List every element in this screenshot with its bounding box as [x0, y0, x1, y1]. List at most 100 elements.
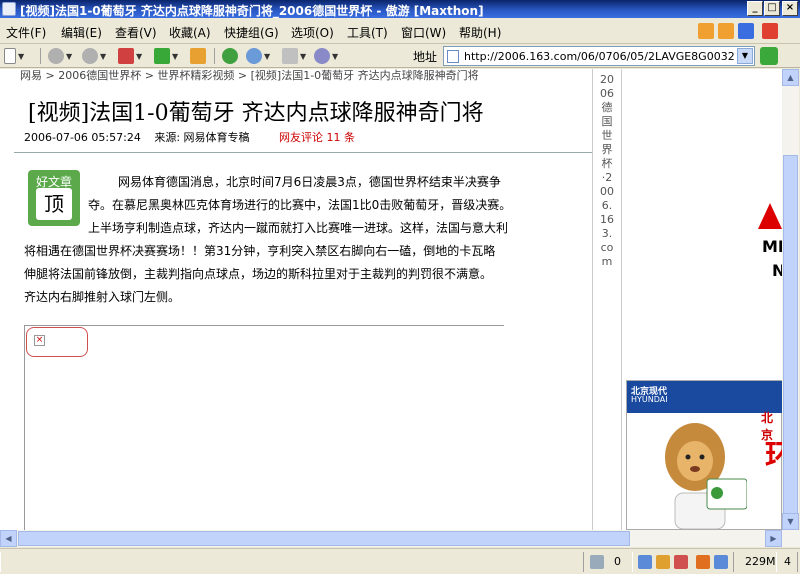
address-url[interactable]: http://2006.163.com/06/0706/05/2LAVGE8G0… [464, 50, 736, 63]
ad-brand-text: HYUNDAI [631, 395, 668, 404]
back-arrow-icon [48, 48, 64, 64]
article-date: 2006-07-06 05:57:24 [24, 131, 141, 144]
new-page-button[interactable]: ▼ [4, 47, 24, 65]
comments-count[interactable]: 11 [327, 131, 341, 144]
paragraph-line: 伸腿将法国前锋放倒，主裁判指向点球点，场边的斯科拉里对于主裁判的判罚很不满意。 [24, 267, 493, 281]
menu-options[interactable]: 选项(O) [291, 24, 334, 41]
vertical-scrollbar[interactable]: ▲ ▼ [782, 69, 799, 547]
next-tab-icon[interactable] [718, 23, 734, 39]
maxthon-app-icon [2, 2, 16, 16]
options-button[interactable]: ▼ [314, 47, 338, 65]
minimize-button[interactable]: _ [747, 1, 763, 16]
scroll-left-button[interactable]: ◀ [0, 530, 17, 547]
download-icon[interactable] [714, 555, 728, 569]
chevron-down-icon: ▼ [332, 51, 339, 61]
upvote-badge[interactable]: 好文章 顶 [28, 170, 80, 226]
stop-button[interactable]: ▼ [118, 47, 142, 65]
favorites-button[interactable] [222, 47, 238, 65]
paragraph-line: 将相遇在德国世界杯决赛赛场！！第31分钟，亨利突入禁区右脚向右一磕，倒地的卡瓦略 [24, 244, 496, 258]
prev-tab-icon[interactable] [698, 23, 714, 39]
advertisement-bottom[interactable]: 北京现代 HYUNDAI 北京 环 [626, 380, 782, 530]
rss-icon [246, 48, 262, 64]
chevron-down-icon: ▼ [172, 51, 179, 61]
page-content: 网易 > 2006德国世界杯 > 世界杯精彩视频 > [视频]法国1-0葡萄牙 … [0, 69, 782, 530]
close-tab-icon[interactable] [762, 23, 778, 39]
page-icon [447, 50, 459, 63]
window-title: [视频]法国1-0葡萄牙 齐达内点球降服神奇门将_2006德国世界杯 - 傲游 … [20, 4, 484, 18]
title-divider [14, 152, 592, 153]
horizontal-scrollbar[interactable]: ◀ ▶ [0, 530, 800, 547]
upvote-badge-main: 顶 [36, 188, 72, 220]
toolbar-divider [214, 48, 215, 64]
proxy-icon[interactable] [638, 555, 652, 569]
comments-unit[interactable]: 条 [344, 131, 355, 144]
breadcrumb[interactable]: 网易 > 2006德国世界杯 > 世界杯精彩视频 > [视频]法国1-0葡萄牙 … [20, 69, 479, 83]
source-label: 来源: [154, 131, 181, 144]
ad-hunter-icon[interactable] [674, 555, 688, 569]
options-icon [314, 48, 330, 64]
menu-edit[interactable]: 编辑(E) [61, 24, 102, 41]
trash-icon[interactable] [590, 555, 604, 569]
brand-triangle-icon [758, 203, 782, 229]
ad-top-text-2: N [772, 261, 782, 280]
menu-groups[interactable]: 快捷组(G) [224, 24, 279, 41]
refresh-icon [154, 48, 170, 64]
comments-link[interactable]: 网友评论 11 条 [279, 131, 355, 144]
horizontal-scroll-thumb[interactable] [18, 531, 630, 546]
back-button[interactable]: ▼ [48, 47, 72, 65]
favorites-icon [222, 48, 238, 64]
ad-big-text: 环 [765, 439, 782, 474]
menu-file[interactable]: 文件(F) [6, 24, 46, 41]
status-count: 0 [614, 555, 621, 568]
chevron-down-icon: ▼ [18, 51, 25, 61]
scroll-right-button[interactable]: ▶ [765, 530, 782, 547]
tab-count: 4 [784, 555, 791, 568]
address-dropdown-button[interactable]: ▼ [737, 48, 753, 64]
home-button[interactable] [190, 47, 206, 65]
paragraph-line: 夺。在慕尼黑奥林匹克体育场进行的比赛中，法国1比0击败葡萄牙，晋级决赛。 [88, 198, 512, 212]
menu-help[interactable]: 帮助(H) [459, 24, 501, 41]
video-player-frame[interactable] [24, 325, 504, 530]
restore-tab-icon[interactable] [738, 23, 754, 39]
scroll-down-button[interactable]: ▼ [782, 513, 799, 530]
status-bar: 0 229M 4 [0, 548, 800, 574]
menu-bar: 文件(F) 编辑(E) 查看(V) 收藏(A) 快捷组(G) 选项(O) 工具(… [0, 18, 800, 44]
paragraph-line: 齐达内右脚推射入球门左侧。 [24, 290, 181, 304]
popup-blocker-icon[interactable] [656, 555, 670, 569]
chevron-down-icon: ▼ [66, 51, 73, 61]
title-bar: [视频]法国1-0葡萄牙 齐达内点球降服神奇门将_2006德国世界杯 - 傲游 … [0, 0, 800, 18]
article-title: [视频]法国1-0葡萄牙 齐达内点球降服神奇门将 [28, 101, 484, 126]
forward-button[interactable]: ▼ [82, 47, 106, 65]
ad-top-text-1: MI [762, 237, 782, 256]
gear-icon[interactable] [696, 555, 710, 569]
broken-image-icon: × [34, 335, 45, 346]
maximize-button[interactable]: □ [764, 1, 780, 16]
menu-view[interactable]: 查看(V) [115, 24, 157, 41]
refresh-button[interactable]: ▼ [154, 47, 178, 65]
menu-window[interactable]: 窗口(W) [401, 24, 446, 41]
rss-button[interactable]: ▼ [246, 47, 270, 65]
toolbar-divider [40, 48, 41, 64]
go-button[interactable] [760, 47, 778, 65]
group-icon [282, 48, 298, 64]
address-label: 地址 [413, 50, 438, 64]
menu-favorites[interactable]: 收藏(A) [169, 24, 211, 41]
stop-icon [118, 48, 134, 64]
comments-label[interactable]: 网友评论 [279, 131, 323, 144]
group-button[interactable]: ▼ [282, 47, 306, 65]
vertical-scroll-thumb[interactable] [783, 155, 798, 547]
new-page-icon [4, 48, 16, 64]
scroll-up-button[interactable]: ▲ [782, 69, 799, 86]
broken-video-placeholder[interactable]: × [26, 327, 88, 357]
side-banner-text: 2006德国世界杯·2006.163.com [600, 73, 614, 268]
status-message-area [0, 552, 584, 572]
menu-tools[interactable]: 工具(T) [347, 24, 388, 41]
memory-usage: 229M [745, 555, 776, 568]
forward-arrow-icon [82, 48, 98, 64]
close-window-button[interactable]: × [782, 1, 798, 16]
advertisement-top[interactable]: MI N [740, 203, 782, 283]
paragraph-line: 上半场亨利制造点球，齐达内一蹴而就打入比赛唯一进球。这样，法国与意大利 [88, 221, 509, 235]
address-input[interactable]: http://2006.163.com/06/0706/05/2LAVGE8G0… [443, 46, 755, 66]
article-meta: 2006-07-06 05:57:24 来源: 网易体育专稿 网友评论 11 条 [24, 129, 355, 145]
chevron-down-icon: ▼ [136, 51, 143, 61]
